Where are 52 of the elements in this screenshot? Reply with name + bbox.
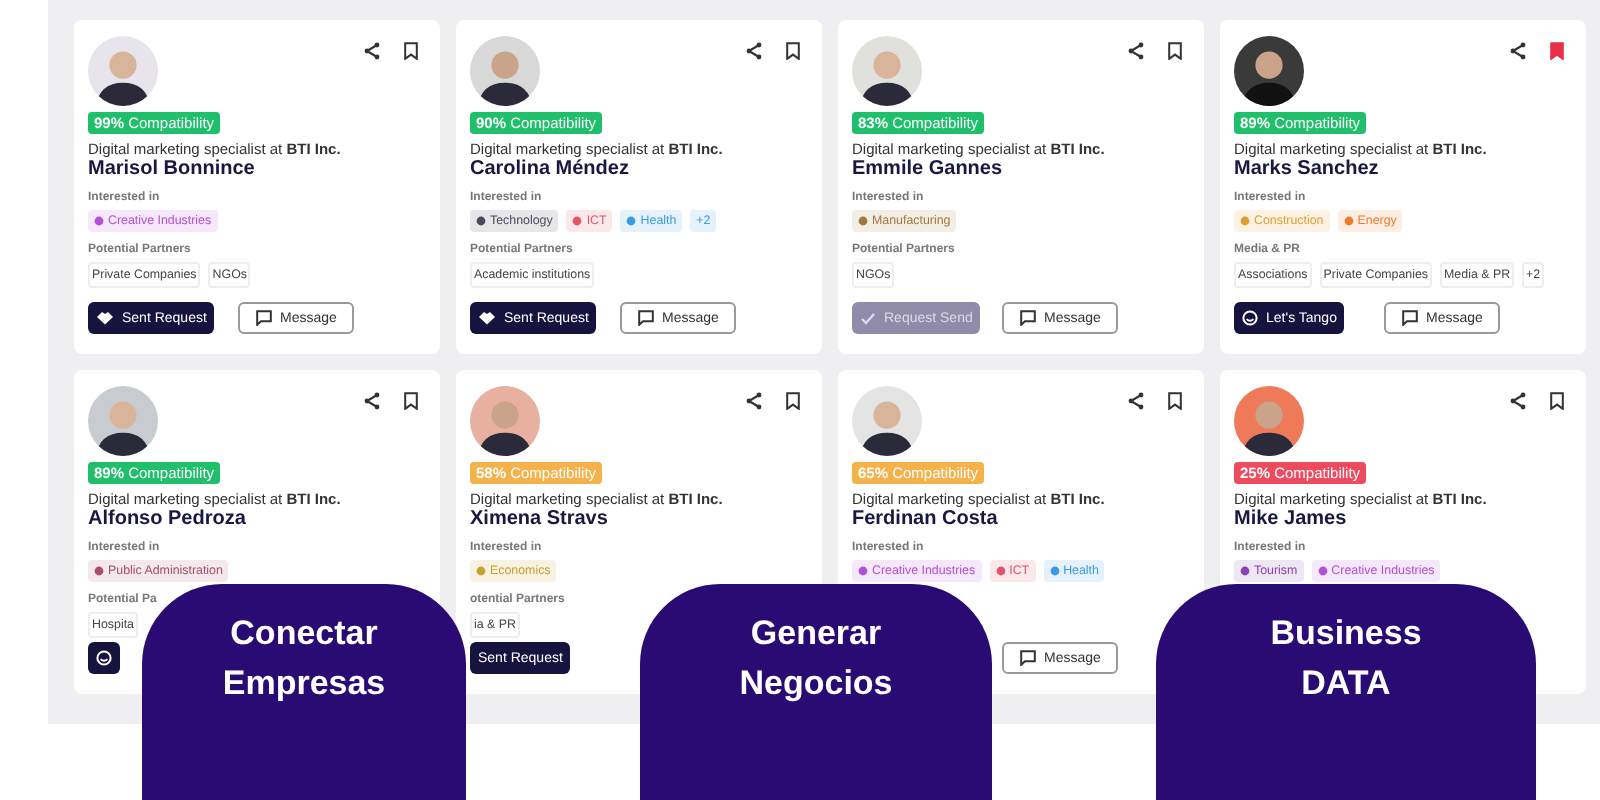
chat-icon — [638, 310, 654, 326]
category-icon — [1049, 566, 1060, 576]
smile-icon — [1242, 310, 1258, 326]
chat-icon — [256, 310, 272, 326]
check-icon — [860, 311, 876, 325]
request-button[interactable] — [88, 642, 120, 674]
chat-icon — [1020, 650, 1036, 666]
share-icon[interactable] — [1510, 42, 1526, 60]
banner-text: Generar — [750, 612, 882, 656]
chat-icon — [1402, 310, 1418, 326]
share-icon[interactable] — [746, 42, 762, 60]
banner-text: Negocios — [739, 662, 893, 706]
person-name: Emmile Gannes — [852, 158, 1003, 180]
person-name: Marks Sanchez — [1234, 158, 1379, 180]
person-name: Alfonso Pedroza — [88, 508, 246, 530]
bookmark-icon[interactable] — [786, 42, 800, 60]
person-name: Marisol Bonnince — [88, 158, 255, 180]
category-icon — [476, 216, 486, 226]
category-icon — [1317, 566, 1328, 576]
bookmark-icon[interactable] — [786, 392, 800, 410]
share-icon[interactable] — [1128, 392, 1144, 410]
category-icon — [1240, 566, 1250, 576]
category-icon — [476, 566, 486, 576]
category-icon — [995, 566, 1006, 576]
bookmark-icon[interactable] — [1168, 392, 1182, 410]
bookmark-icon[interactable] — [404, 392, 418, 410]
category-icon — [94, 216, 104, 226]
share-icon[interactable] — [1128, 42, 1144, 60]
category-icon — [1240, 216, 1250, 226]
banner-text: DATA — [1301, 662, 1391, 706]
bookmark-icon[interactable] — [404, 42, 418, 60]
chat-icon — [1020, 310, 1036, 326]
banner-text: Business — [1270, 612, 1422, 656]
category-icon — [626, 216, 637, 226]
person-name: Ferdinan Costa — [852, 508, 998, 530]
smile-icon — [96, 650, 112, 666]
person-name: Mike James — [1234, 508, 1347, 530]
share-icon[interactable] — [746, 392, 762, 410]
category-icon — [1343, 216, 1354, 226]
category-icon — [858, 216, 868, 226]
person-name: Carolina Méndez — [470, 158, 629, 180]
share-icon[interactable] — [364, 42, 380, 60]
category-icon — [572, 216, 583, 226]
person-name: Ximena Stravs — [470, 508, 608, 530]
share-icon[interactable] — [364, 392, 380, 410]
banner-text: Empresas — [222, 662, 386, 706]
category-icon — [858, 566, 868, 576]
bookmark-icon[interactable] — [1168, 42, 1182, 60]
category-icon — [94, 566, 104, 576]
bookmark-icon[interactable] — [1550, 392, 1564, 410]
banner-text: Conectar — [230, 612, 378, 656]
share-icon[interactable] — [1510, 392, 1526, 410]
